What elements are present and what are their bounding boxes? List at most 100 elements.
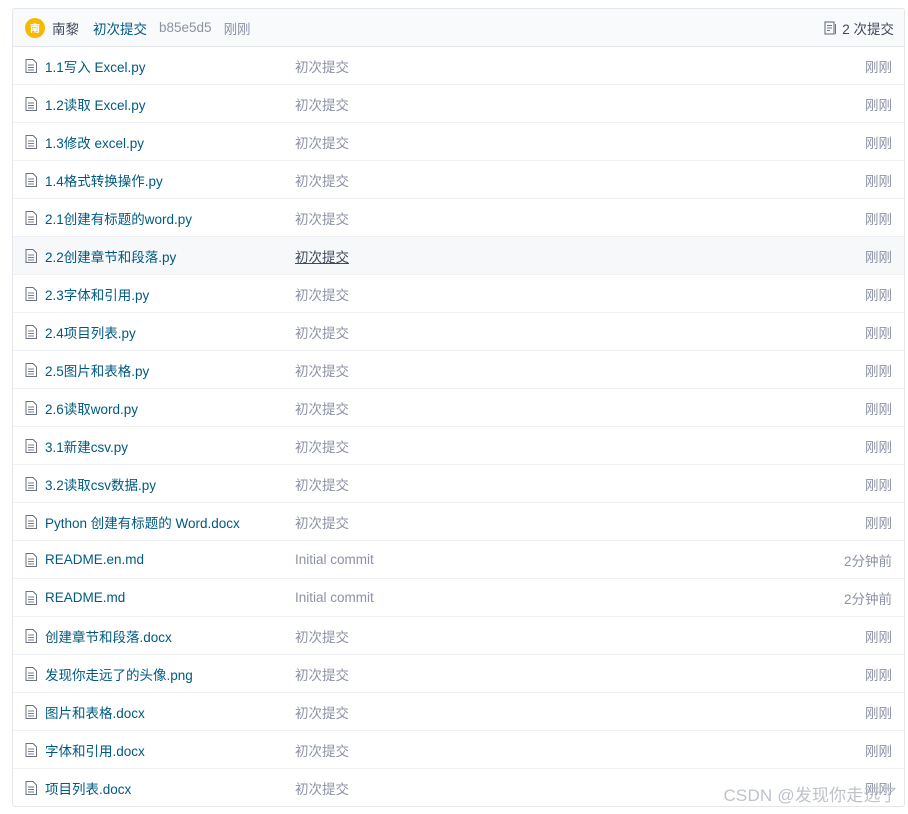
file-row[interactable]: 2.5图片和表格.py 初次提交 刚刚 (13, 351, 904, 389)
file-row[interactable]: 2.6读取word.py 初次提交 刚刚 (13, 389, 904, 427)
file-commit-message-link[interactable]: 初次提交 (295, 398, 349, 418)
file-icon (25, 172, 37, 187)
file-commit-message-link[interactable]: 初次提交 (295, 360, 349, 380)
file-commit-time: 刚刚 (865, 173, 892, 189)
file-row[interactable]: 2.4项目列表.py 初次提交 刚刚 (13, 313, 904, 351)
file-name-link[interactable]: 项目列表.docx (45, 778, 295, 798)
file-commit-message-link[interactable]: 初次提交 (295, 284, 349, 304)
file-commit-time: 刚刚 (865, 629, 892, 645)
file-name-link[interactable]: Python 创建有标题的 Word.docx (45, 512, 295, 532)
file-commit-time: 刚刚 (865, 363, 892, 379)
file-name-link[interactable]: 3.1新建csv.py (45, 436, 295, 456)
file-list-panel: 南 南黎 初次提交 b85e5d5 刚刚 2 次提交 1.1写入 Excel.p… (12, 8, 905, 807)
file-commit-message-link[interactable]: 初次提交 (295, 778, 349, 798)
file-commit-message-link[interactable]: 初次提交 (295, 436, 349, 456)
file-row[interactable]: 图片和表格.docx 初次提交 刚刚 (13, 693, 904, 731)
file-icon (25, 742, 37, 757)
file-icon (25, 704, 37, 719)
file-commit-message-link[interactable]: 初次提交 (295, 474, 349, 494)
file-name-link[interactable]: 2.6读取word.py (45, 398, 295, 418)
file-commit-message-link[interactable]: Initial commit (295, 590, 374, 605)
file-commit-message-link[interactable]: 初次提交 (295, 246, 349, 266)
commit-sha-link[interactable]: b85e5d5 (159, 20, 212, 35)
file-row[interactable]: 3.2读取csv数据.py 初次提交 刚刚 (13, 465, 904, 503)
file-icon (25, 134, 37, 149)
file-commit-message-link[interactable]: 初次提交 (295, 740, 349, 760)
file-name-link[interactable]: 2.2创建章节和段落.py (45, 246, 295, 266)
file-icon (25, 438, 37, 453)
file-icon (25, 666, 37, 681)
file-commit-message-link[interactable]: 初次提交 (295, 94, 349, 114)
file-commit-message-link[interactable]: 初次提交 (295, 702, 349, 722)
file-icon (25, 628, 37, 643)
file-commit-time: 刚刚 (865, 743, 892, 759)
file-commit-time: 刚刚 (865, 439, 892, 455)
file-icon (25, 400, 37, 415)
file-name-link[interactable]: README.en.md (45, 552, 295, 567)
commit-author[interactable]: 南黎 (52, 18, 79, 38)
file-name-link[interactable]: 2.5图片和表格.py (45, 360, 295, 380)
file-row[interactable]: 创建章节和段落.docx 初次提交 刚刚 (13, 617, 904, 655)
file-name-link[interactable]: 2.1创建有标题的word.py (45, 208, 295, 228)
file-row[interactable]: 3.1新建csv.py 初次提交 刚刚 (13, 427, 904, 465)
file-commit-message-link[interactable]: 初次提交 (295, 170, 349, 190)
file-icon (25, 58, 37, 73)
file-icon (25, 248, 37, 263)
file-commit-time: 刚刚 (865, 249, 892, 265)
file-name-link[interactable]: 1.2读取 Excel.py (45, 94, 295, 114)
file-commit-message-link[interactable]: 初次提交 (295, 322, 349, 342)
file-icon (25, 362, 37, 377)
avatar[interactable]: 南 (25, 17, 45, 38)
file-row[interactable]: 1.1写入 Excel.py 初次提交 刚刚 (13, 47, 904, 85)
file-icon (25, 590, 37, 605)
file-row[interactable]: 2.2创建章节和段落.py 初次提交 刚刚 (13, 237, 904, 275)
file-row[interactable]: 1.3修改 excel.py 初次提交 刚刚 (13, 123, 904, 161)
file-name-link[interactable]: 图片和表格.docx (45, 702, 295, 722)
file-row[interactable]: 2.3字体和引用.py 初次提交 刚刚 (13, 275, 904, 313)
file-commit-time: 刚刚 (865, 135, 892, 151)
file-commit-time: 刚刚 (865, 515, 892, 531)
file-row[interactable]: 字体和引用.docx 初次提交 刚刚 (13, 731, 904, 769)
file-commit-time: 刚刚 (865, 705, 892, 721)
file-row[interactable]: README.en.md Initial commit 2分钟前 (13, 541, 904, 579)
file-icon (25, 514, 37, 529)
file-name-link[interactable]: 发现你走远了的头像.png (45, 664, 295, 684)
file-commit-time: 2分钟前 (843, 591, 892, 607)
file-commit-message-link[interactable]: Initial commit (295, 552, 374, 567)
file-name-link[interactable]: README.md (45, 590, 295, 605)
file-name-link[interactable]: 2.4项目列表.py (45, 322, 295, 342)
file-row[interactable]: 1.4格式转换操作.py 初次提交 刚刚 (13, 161, 904, 199)
commits-count-link[interactable]: 2 次提交 (824, 18, 894, 38)
file-commit-time: 刚刚 (865, 97, 892, 113)
file-row[interactable]: 1.2读取 Excel.py 初次提交 刚刚 (13, 85, 904, 123)
file-row[interactable]: 2.1创建有标题的word.py 初次提交 刚刚 (13, 199, 904, 237)
file-commit-message-link[interactable]: 初次提交 (295, 132, 349, 152)
commit-message-link[interactable]: 初次提交 (93, 18, 147, 38)
file-row[interactable]: Python 创建有标题的 Word.docx 初次提交 刚刚 (13, 503, 904, 541)
file-icon (25, 210, 37, 225)
file-name-link[interactable]: 3.2读取csv数据.py (45, 474, 295, 494)
file-icon (25, 324, 37, 339)
file-name-link[interactable]: 1.3修改 excel.py (45, 132, 295, 152)
file-icon (25, 552, 37, 567)
file-name-link[interactable]: 创建章节和段落.docx (45, 626, 295, 646)
file-icon (25, 96, 37, 111)
commit-time: 刚刚 (223, 21, 251, 37)
file-commit-message-link[interactable]: 初次提交 (295, 56, 349, 76)
file-name-link[interactable]: 1.1写入 Excel.py (45, 56, 295, 76)
file-icon (25, 781, 37, 795)
file-commit-time: 刚刚 (865, 287, 892, 303)
file-name-link[interactable]: 字体和引用.docx (45, 740, 295, 760)
file-commit-message-link[interactable]: 初次提交 (295, 512, 349, 532)
file-commit-message-link[interactable]: 初次提交 (295, 208, 349, 228)
file-row[interactable]: README.md Initial commit 2分钟前 (13, 579, 904, 617)
file-name-link[interactable]: 1.4格式转换操作.py (45, 170, 295, 190)
file-row[interactable]: 发现你走远了的头像.png 初次提交 刚刚 (13, 655, 904, 693)
file-commit-message-link[interactable]: 初次提交 (295, 626, 349, 646)
file-commit-message-link[interactable]: 初次提交 (295, 664, 349, 684)
latest-commit-header: 南 南黎 初次提交 b85e5d5 刚刚 2 次提交 (13, 9, 904, 47)
file-name-link[interactable]: 2.3字体和引用.py (45, 284, 295, 304)
file-commit-time: 刚刚 (865, 401, 892, 417)
file-commit-time: 2分钟前 (843, 553, 892, 569)
file-commit-time: 刚刚 (865, 477, 892, 493)
